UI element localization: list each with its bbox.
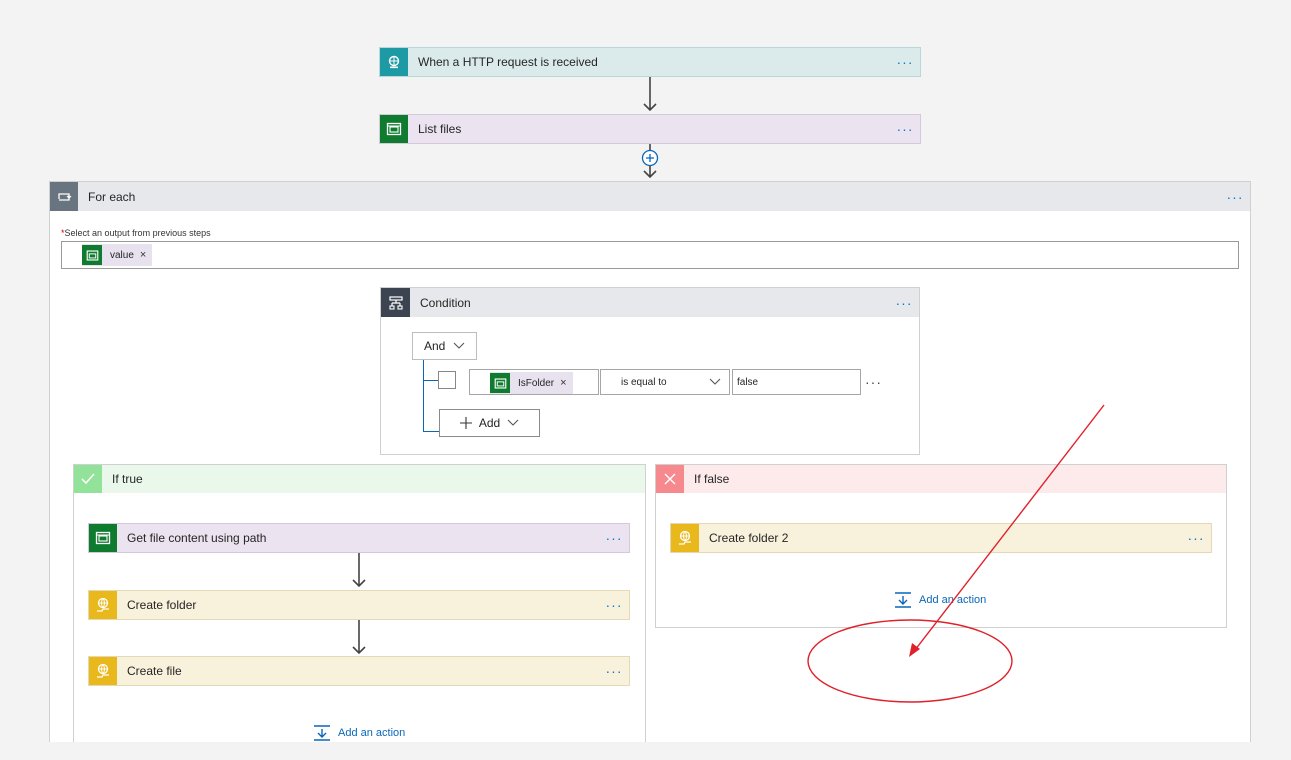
annotation-circle [807,619,1013,703]
annotation-arrow-icon [909,404,1105,657]
annotation-overlay [807,404,1105,703]
